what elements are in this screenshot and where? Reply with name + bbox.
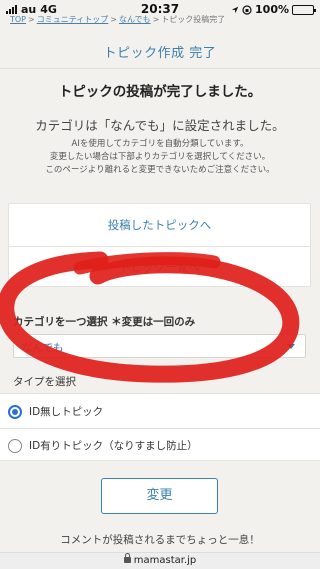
radio-option-no-id[interactable]: ID無しトピック — [8, 395, 308, 428]
chevron-down-icon — [287, 344, 295, 349]
radio-option-with-id[interactable]: ID有りトピック（なりすまし防止） — [8, 429, 308, 462]
radio-option-label: ID無しトピック — [29, 406, 104, 418]
type-radio-group: ID無しトピック ID有りトピック（なりすまし防止） — [0, 393, 320, 461]
breadcrumb-separator: > — [152, 15, 160, 24]
breadcrumb-top[interactable]: TOP — [10, 15, 26, 24]
breadcrumb-current: トピック投稿完了 — [161, 15, 226, 24]
type-select-label: タイプを選択 — [13, 376, 76, 388]
breadcrumb-separator: > — [28, 15, 35, 24]
change-button[interactable]: 変更 — [101, 478, 218, 514]
done-heading: トピックの投稿が完了しました。 — [58, 84, 262, 100]
rotation-lock-icon — [242, 4, 252, 15]
note-line: このページより離れると変更できないためご注意ください。 — [45, 165, 275, 175]
breadcrumb-category[interactable]: なんでも — [119, 15, 151, 24]
battery-percent: 100% — [255, 3, 289, 16]
topic-list-link[interactable]: トピック一覧へ — [9, 247, 310, 289]
lock-icon — [123, 553, 131, 563]
footer-message: コメントが投稿されるまでちょっと一息！ — [60, 534, 260, 546]
posted-topic-link[interactable]: 投稿したトピックへ — [9, 204, 310, 246]
breadcrumb-separator: > — [110, 15, 117, 24]
note-line: AIを使用してカテゴリを自動分類しています。 — [71, 139, 249, 149]
breadcrumb-community-top[interactable]: コミュニティトップ — [37, 15, 109, 24]
battery-icon — [292, 4, 316, 15]
category-select-label: カテゴリを一つ選択 ＊変更は一回のみ — [13, 316, 196, 328]
url-bar[interactable]: mamastar.jp — [0, 552, 320, 569]
note-line: 変更したい場合は下部よりカテゴリを選択してください。 — [49, 152, 271, 162]
radio-checked-icon[interactable] — [8, 404, 22, 419]
breadcrumb: TOP > コミュニティトップ > なんでも > トピック投稿完了 — [10, 14, 225, 25]
category-set-message: カテゴリは「なんでも」に設定されました。 — [35, 118, 285, 133]
category-select-value: なんでも — [22, 342, 64, 354]
url-text: mamastar.jp — [133, 555, 197, 566]
radio-unchecked-icon[interactable] — [8, 438, 22, 453]
location-arrow-icon — [231, 6, 239, 13]
link-panel: 投稿したトピックへ トピック一覧へ — [8, 203, 311, 287]
page-title: トピック作成 完了 — [103, 46, 217, 61]
title-divider — [0, 68, 320, 69]
status-right: 100% — [231, 3, 316, 16]
radio-option-label: ID有りトピック（なりすまし防止） — [29, 440, 198, 452]
category-select[interactable]: なんでも — [13, 334, 306, 358]
